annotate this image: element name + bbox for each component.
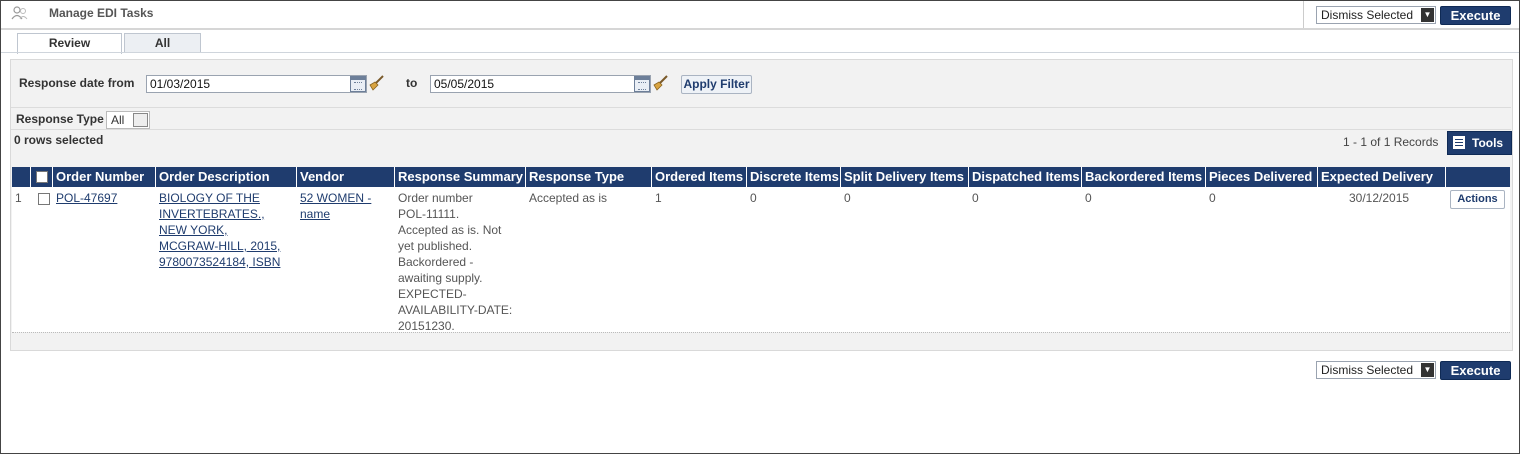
to-label: to	[406, 76, 418, 90]
column-header-split-delivery-items[interactable]: Split Delivery Items	[841, 167, 969, 187]
column-header-backordered-items[interactable]: Backordered Items	[1082, 167, 1206, 187]
date-to-value: 05/05/2015	[434, 77, 495, 91]
dismiss-select-bottom[interactable]: Dismiss Selected ▼	[1316, 361, 1436, 379]
dismiss-select-bottom-value: Dismiss Selected	[1321, 363, 1414, 377]
rows-selected-count: 0 rows selected	[14, 133, 104, 147]
response-summary-line: 20151230.	[398, 319, 455, 333]
response-summary-line: Accepted as is. Not	[398, 223, 502, 237]
grid-bottom-divider	[12, 332, 1510, 333]
chevron-down-icon: ▼	[1421, 363, 1434, 377]
order-description-line: 9780073524184, ISBN	[159, 255, 281, 269]
response-type-value: All	[111, 113, 125, 127]
row-checkbox[interactable]	[38, 193, 50, 205]
column-header-order-number[interactable]: Order Number	[53, 167, 156, 187]
dismiss-select-top-value: Dismiss Selected	[1321, 8, 1414, 22]
column-header-pieces-delivered[interactable]: Pieces Delivered	[1206, 167, 1318, 187]
column-header-response-type[interactable]: Response Type	[526, 167, 652, 187]
response-summary-line: Backordered -	[398, 255, 474, 269]
row-index: 1	[15, 191, 22, 205]
order-description-link[interactable]: BIOLOGY OF THE INVERTEBRATES., NEW YORK,…	[159, 191, 280, 269]
ordered-items-cell: 1	[655, 191, 662, 205]
execute-button-top[interactable]: Execute	[1440, 6, 1511, 25]
column-header-expected-delivery[interactable]: Expected Delivery	[1318, 167, 1446, 187]
calendar-icon[interactable]	[350, 76, 366, 92]
list-divider	[11, 129, 1511, 130]
column-header-ordered-items[interactable]: Ordered Items	[652, 167, 747, 187]
records-count: 1 - 1 of 1 Records	[1343, 135, 1439, 149]
tab-all[interactable]: All	[124, 33, 201, 53]
vendor-line: name	[300, 207, 331, 221]
response-date-from-label: Response date from	[19, 76, 135, 90]
top-actions: Dismiss Selected ▼ Execute	[1303, 1, 1511, 28]
order-number-cell: POL-47697	[56, 190, 117, 206]
column-header-response-summary[interactable]: Response Summary	[395, 167, 526, 187]
column-header-actions	[1446, 167, 1510, 187]
clear-broom-icon[interactable]	[368, 75, 384, 91]
response-summary-line: POL-11111.	[398, 207, 460, 221]
tab-divider	[1, 52, 1519, 53]
response-summary-cell: Order number POL-11111. Accepted as is. …	[398, 190, 525, 334]
backordered-items-cell: 0	[1085, 191, 1092, 205]
calendar-icon[interactable]	[634, 76, 650, 92]
column-header-discrete-items[interactable]: Discrete Items	[747, 167, 841, 187]
response-type-label: Response Type	[16, 112, 104, 126]
tools-icon	[1453, 136, 1465, 149]
order-description-cell: BIOLOGY OF THE INVERTEBRATES., NEW YORK,…	[159, 190, 295, 270]
execute-button-bottom[interactable]: Execute	[1440, 361, 1511, 380]
chevron-down-icon: ▼	[1421, 8, 1434, 22]
order-description-line: BIOLOGY OF THE	[159, 191, 260, 205]
clear-broom-icon[interactable]	[652, 75, 668, 91]
order-description-line: NEW YORK,	[159, 223, 228, 237]
filter-divider	[11, 107, 1511, 108]
response-summary-line: yet published.	[398, 239, 473, 253]
apply-filter-button[interactable]: Apply Filter	[681, 75, 752, 94]
column-header-order-description[interactable]: Order Description	[156, 167, 297, 187]
response-summary-line: AVAILABILITY-DATE:	[398, 303, 513, 317]
column-header-select-all	[31, 167, 53, 187]
order-description-line: MCGRAW-HILL, 2015,	[159, 239, 281, 253]
dismiss-select-top[interactable]: Dismiss Selected ▼	[1316, 6, 1436, 24]
dispatched-items-cell: 0	[972, 191, 979, 205]
users-task-icon	[11, 6, 28, 20]
discrete-items-cell: 0	[750, 191, 757, 205]
column-header-dispatched-items[interactable]: Dispatched Items	[969, 167, 1082, 187]
row-actions-button[interactable]: Actions	[1450, 190, 1505, 209]
page-header: Manage EDI Tasks Dismiss Selected ▼ Exec…	[1, 1, 1519, 30]
split-delivery-items-cell: 0	[844, 191, 851, 205]
page-title: Manage EDI Tasks	[49, 6, 154, 20]
list-icon	[133, 113, 148, 127]
date-from-value: 01/03/2015	[150, 77, 211, 91]
vendor-link[interactable]: 52 WOMEN - name	[300, 191, 371, 221]
response-summary-line: EXPECTED-	[398, 287, 467, 301]
tools-label: Tools	[1472, 136, 1504, 150]
vendor-line: 52 WOMEN -	[300, 191, 372, 205]
response-type-select[interactable]: All	[106, 111, 150, 129]
tab-review[interactable]: Review	[17, 33, 122, 54]
order-number-link[interactable]: POL-47697	[56, 191, 117, 205]
select-all-checkbox[interactable]	[36, 171, 48, 183]
pieces-delivered-cell: 0	[1209, 191, 1216, 205]
column-header-index	[12, 167, 31, 187]
order-description-line: INVERTEBRATES.,	[159, 207, 265, 221]
response-summary-line: awaiting supply.	[398, 271, 483, 285]
date-from-input[interactable]: 01/03/2015	[146, 75, 367, 93]
response-summary-line: Order number	[398, 191, 473, 205]
vendor-cell: 52 WOMEN - name	[300, 190, 394, 222]
tools-button[interactable]: Tools	[1447, 131, 1512, 155]
column-header-vendor[interactable]: Vendor	[297, 167, 395, 187]
date-to-input[interactable]: 05/05/2015	[430, 75, 651, 93]
expected-delivery-cell: 30/12/2015	[1349, 191, 1410, 205]
response-type-cell: Accepted as is	[529, 191, 608, 205]
